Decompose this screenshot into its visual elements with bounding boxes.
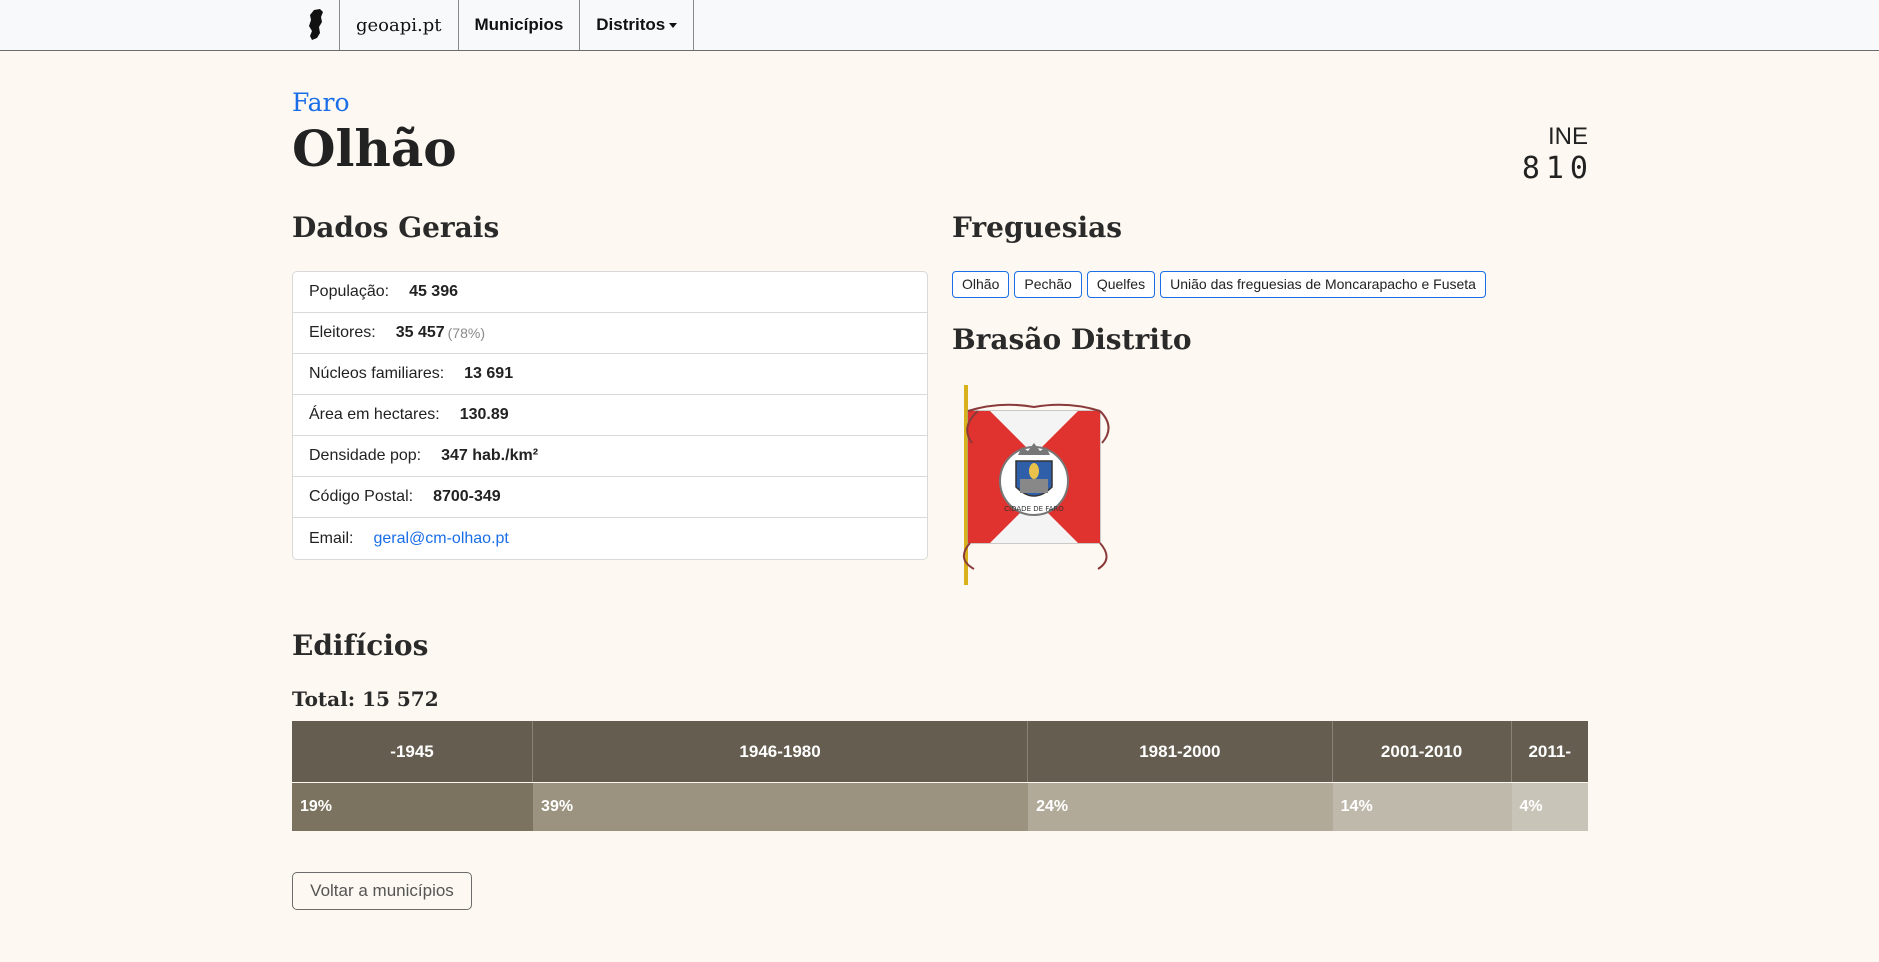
flag-motto: CIDADE DE FARO: [1004, 505, 1064, 513]
edificios-table: -1945 1946-1980 1981-2000 2001-2010 2011…: [292, 721, 1588, 831]
freguesia-badge[interactable]: Quelfes: [1086, 271, 1156, 298]
period-header: -1945: [292, 721, 534, 782]
info-value: 45 396: [409, 283, 458, 300]
info-percent: (78%): [447, 325, 485, 341]
info-label: Código Postal:: [309, 488, 414, 505]
info-value: 35 457: [395, 324, 445, 341]
info-label: Email:: [309, 529, 354, 547]
edificios-header-row: -1945 1946-1980 1981-2000 2001-2010 2011…: [292, 721, 1588, 782]
edificios-percent-row: 19% 39% 24% 14% 4%: [292, 782, 1588, 831]
list-item: Núcleos familiares: 13 691: [293, 354, 927, 395]
period-percent: 39%: [533, 782, 1029, 831]
brand-link[interactable]: geoapi.pt: [340, 0, 459, 50]
list-item: Densidade pop: 347 hab./km²: [293, 436, 927, 477]
email-link[interactable]: geral@cm-olhao.pt: [373, 530, 508, 548]
nav-distritos-dropdown[interactable]: Distritos: [580, 0, 695, 50]
back-to-municipios-button[interactable]: Voltar a municípios: [292, 872, 472, 910]
nav-items: geoapi.pt Municípios Distritos: [292, 0, 695, 50]
edificios-heading: Edifícios: [292, 629, 429, 662]
dados-gerais-heading: Dados Gerais: [292, 211, 500, 244]
list-item: Eleitores: 35 457 (78%): [293, 313, 927, 354]
info-label: Núcleos familiares:: [309, 365, 445, 382]
page-title: Olhão: [292, 119, 457, 178]
caret-down-icon: [669, 22, 678, 28]
ine-code: 810: [1521, 151, 1594, 186]
info-value: 130.89: [459, 406, 509, 423]
period-header: 1946-1980: [533, 721, 1029, 782]
period-percent: 4%: [1511, 782, 1588, 831]
list-item: Código Postal: 8700-349: [293, 477, 927, 518]
brasao-heading: Brasão Distrito: [952, 323, 1192, 356]
info-label: Eleitores:: [309, 324, 376, 341]
info-value: 347 hab./km²: [441, 447, 539, 464]
ine-label: INE: [1547, 123, 1588, 150]
period-header: 2011-: [1511, 721, 1588, 782]
info-label: Densidade pop:: [309, 447, 422, 464]
edificios-total: Total: 15 572: [292, 687, 439, 711]
period-percent: 14%: [1332, 782, 1512, 831]
nav-distritos-label: Distritos: [596, 15, 666, 34]
freguesias-heading: Freguesias: [952, 211, 1123, 244]
nav-municipios[interactable]: Municípios: [459, 0, 581, 50]
list-item: População: 45 396: [293, 272, 927, 313]
list-item: Área em hectares: 130.89: [293, 395, 927, 436]
top-navbar: geoapi.pt Municípios Distritos: [0, 0, 1879, 51]
freguesias-list: Olhão Pechão Quelfes União das freguesia…: [952, 271, 1486, 298]
dados-gerais-list: População: 45 396 Eleitores: 35 457 (78%…: [292, 271, 928, 560]
freguesia-badge[interactable]: União das freguesias de Moncarapacho e F…: [1160, 271, 1486, 298]
list-item: Email: geral@cm-olhao.pt: [293, 518, 927, 559]
period-percent: 24%: [1028, 782, 1333, 831]
info-label: Área em hectares:: [309, 406, 440, 423]
district-flag-image: CIDADE DE FARO: [950, 383, 1110, 587]
info-label: População:: [309, 283, 390, 300]
info-value: 8700-349: [433, 488, 501, 505]
flag-icon: CIDADE DE FARO: [963, 385, 1110, 585]
freguesia-badge[interactable]: Olhão: [952, 271, 1010, 298]
district-link[interactable]: Faro: [292, 88, 350, 117]
ine-box: INE 810: [1522, 123, 1588, 186]
freguesia-badge[interactable]: Pechão: [1014, 271, 1082, 298]
period-header: 1981-2000: [1028, 721, 1333, 782]
period-header: 2001-2010: [1332, 721, 1512, 782]
portugal-map-icon[interactable]: [292, 0, 340, 50]
info-value: 13 691: [464, 365, 514, 382]
period-percent: 19%: [292, 782, 534, 831]
